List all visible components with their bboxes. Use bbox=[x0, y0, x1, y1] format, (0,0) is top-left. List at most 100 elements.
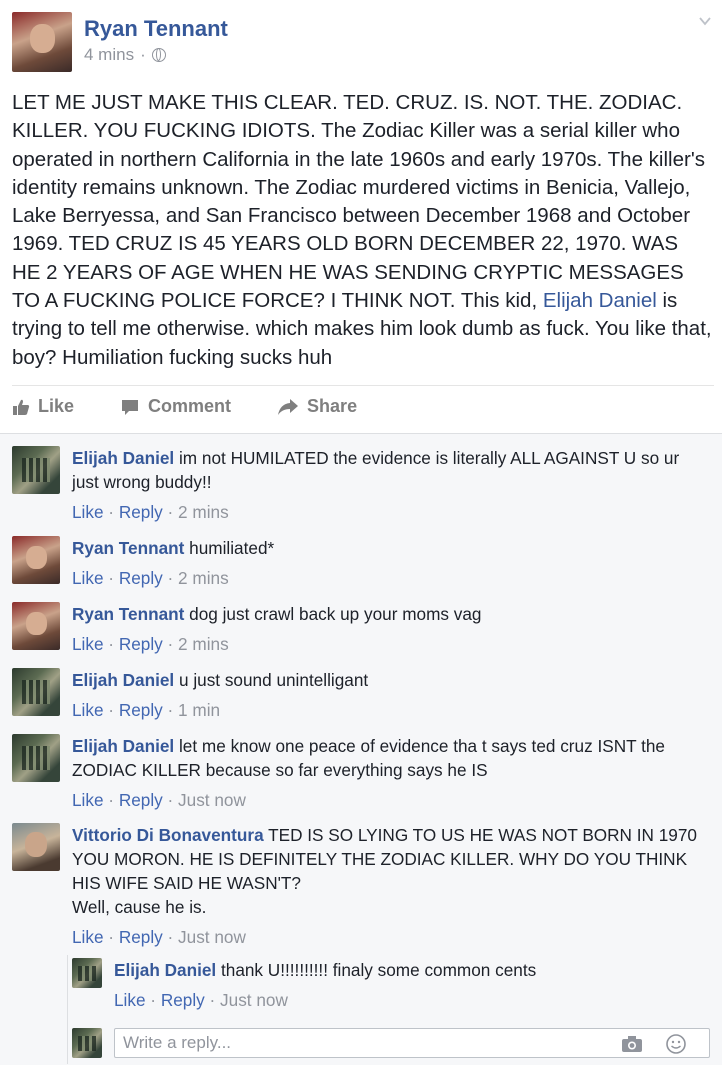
post-author-name[interactable]: Ryan Tennant bbox=[84, 16, 228, 42]
comment-avatar[interactable] bbox=[12, 823, 60, 871]
thumbs-up-icon bbox=[13, 399, 30, 415]
reply-input[interactable] bbox=[115, 1029, 601, 1057]
comment-timestamp[interactable]: 2 mins bbox=[178, 502, 229, 522]
comment-reply-link[interactable]: Reply bbox=[119, 502, 163, 522]
comment-label: Comment bbox=[148, 396, 232, 416]
chevron-down-icon[interactable] bbox=[698, 14, 712, 28]
comment-actions: Like · Reply · Just now bbox=[72, 927, 246, 948]
comment-like-link[interactable]: Like bbox=[72, 634, 104, 654]
comment-reply-link[interactable]: Reply bbox=[119, 700, 163, 720]
comment-body: Vittorio Di Bonaventura TED IS SO LYING … bbox=[72, 823, 702, 919]
comment-avatar[interactable] bbox=[12, 446, 60, 494]
mention-link[interactable]: Elijah Daniel bbox=[543, 289, 657, 312]
share-button[interactable]: Share bbox=[277, 396, 357, 417]
reply-actions: Like · Reply · Just now bbox=[114, 990, 288, 1011]
comment-reply-link[interactable]: Reply bbox=[119, 927, 163, 947]
camera-icon[interactable] bbox=[621, 1035, 643, 1053]
comment-timestamp[interactable]: 1 min bbox=[178, 700, 220, 720]
comment-timestamp[interactable]: Just now bbox=[178, 927, 246, 947]
comment: Elijah Daniel let me know one peace of e… bbox=[12, 734, 712, 814]
like-label: Like bbox=[38, 396, 75, 416]
comment-actions: Like · Reply · 2 mins bbox=[72, 568, 229, 589]
comment-avatar[interactable] bbox=[12, 536, 60, 584]
comment-actions: Like · Reply · 2 mins bbox=[72, 634, 229, 655]
comment-body: Ryan Tennant humiliated* bbox=[72, 536, 702, 560]
comment: Elijah Daniel u just sound unintelligant… bbox=[12, 668, 712, 724]
reply-body: Elijah Daniel thank U!!!!!!!!!! finaly s… bbox=[114, 958, 704, 982]
post-text-part-1: LET ME JUST MAKE THIS CLEAR. TED. CRUZ. … bbox=[12, 91, 705, 313]
comment-author[interactable]: Elijah Daniel bbox=[72, 448, 174, 468]
post-actions: Like Comment Share bbox=[12, 396, 403, 417]
comment-bubble-icon bbox=[122, 399, 139, 415]
reply-like-link[interactable]: Like bbox=[114, 990, 146, 1010]
separator: · bbox=[103, 927, 119, 947]
reply-comment: Elijah Daniel thank U!!!!!!!!!! finaly s… bbox=[72, 958, 712, 1018]
reply-thread-line bbox=[67, 955, 68, 1064]
comment-timestamp[interactable]: 2 mins bbox=[178, 634, 229, 654]
share-label: Share bbox=[307, 396, 358, 416]
separator: · bbox=[162, 568, 179, 588]
reply-box bbox=[114, 1028, 710, 1058]
separator: · bbox=[162, 790, 179, 810]
like-button[interactable]: Like bbox=[12, 396, 74, 417]
comment-reply-link[interactable]: Reply bbox=[119, 790, 163, 810]
comment-author[interactable]: Elijah Daniel bbox=[72, 670, 174, 690]
separator: · bbox=[145, 990, 161, 1010]
comment-body: Elijah Daniel im not HUMILATED the evide… bbox=[72, 446, 702, 494]
comment-text: u just sound unintelligant bbox=[178, 670, 369, 690]
comment-body: Elijah Daniel let me know one peace of e… bbox=[72, 734, 702, 782]
separator: · bbox=[103, 502, 119, 522]
divider bbox=[12, 385, 714, 386]
reply-author[interactable]: Elijah Daniel bbox=[114, 960, 216, 980]
reply-reply-link[interactable]: Reply bbox=[161, 990, 205, 1010]
comment-author[interactable]: Vittorio Di Bonaventura bbox=[72, 825, 264, 845]
comment-timestamp[interactable]: Just now bbox=[178, 790, 246, 810]
post-text: LET ME JUST MAKE THIS CLEAR. TED. CRUZ. … bbox=[12, 89, 712, 372]
post-meta: 4 mins · bbox=[84, 45, 166, 65]
comment: Ryan Tennant humiliated* Like · Reply · … bbox=[12, 536, 712, 592]
comment-like-link[interactable]: Like bbox=[72, 502, 104, 522]
separator: · bbox=[162, 927, 179, 947]
comment-actions: Like · Reply · 1 min bbox=[72, 700, 220, 721]
comment-actions: Like · Reply · 2 mins bbox=[72, 502, 229, 523]
separator: · bbox=[103, 700, 119, 720]
comment-text: humiliated* bbox=[189, 538, 275, 558]
separator: · bbox=[162, 700, 179, 720]
post-timestamp[interactable]: 4 mins bbox=[84, 45, 134, 65]
globe-icon[interactable] bbox=[151, 48, 166, 62]
current-user-avatar bbox=[72, 1028, 102, 1058]
comment: Ryan Tennant dog just crawl back up your… bbox=[12, 602, 712, 658]
comment-avatar[interactable] bbox=[12, 668, 60, 716]
comment-text: dog just crawl back up your moms vag bbox=[189, 604, 482, 624]
reply-timestamp[interactable]: Just now bbox=[220, 990, 288, 1010]
comment-actions: Like · Reply · Just now bbox=[72, 790, 246, 811]
comment-body: Ryan Tennant dog just crawl back up your… bbox=[72, 602, 702, 626]
separator: · bbox=[103, 634, 119, 654]
comment-avatar[interactable] bbox=[12, 602, 60, 650]
comment-author[interactable]: Ryan Tennant bbox=[72, 604, 184, 624]
comment-reply-link[interactable]: Reply bbox=[119, 634, 163, 654]
comment-like-link[interactable]: Like bbox=[72, 790, 104, 810]
comment-reply-link[interactable]: Reply bbox=[119, 568, 163, 588]
comment-button[interactable]: Comment bbox=[120, 396, 231, 417]
comment-like-link[interactable]: Like bbox=[72, 568, 104, 588]
separator: · bbox=[103, 568, 119, 588]
comment-author[interactable]: Ryan Tennant bbox=[72, 538, 184, 558]
separator: · bbox=[162, 502, 179, 522]
comment-text-line: Well, cause he is. bbox=[72, 897, 207, 917]
meta-separator: · bbox=[140, 45, 146, 64]
comment-avatar[interactable] bbox=[12, 734, 60, 782]
comment-author[interactable]: Elijah Daniel bbox=[72, 736, 174, 756]
post-author-avatar[interactable] bbox=[12, 12, 72, 72]
comment-body: Elijah Daniel u just sound unintelligant bbox=[72, 668, 702, 692]
comment-like-link[interactable]: Like bbox=[72, 700, 104, 720]
reply-avatar[interactable] bbox=[72, 958, 102, 988]
post: Ryan Tennant 4 mins · LET ME JUST MAKE T… bbox=[0, 0, 722, 433]
share-arrow-icon bbox=[278, 398, 299, 415]
separator: · bbox=[103, 790, 119, 810]
comment-like-link[interactable]: Like bbox=[72, 927, 104, 947]
comment-timestamp[interactable]: 2 mins bbox=[178, 568, 229, 588]
comment: Elijah Daniel im not HUMILATED the evide… bbox=[12, 446, 712, 526]
emoji-icon[interactable] bbox=[665, 1033, 687, 1055]
reply-text: thank U!!!!!!!!!! finaly some common cen… bbox=[220, 960, 537, 980]
